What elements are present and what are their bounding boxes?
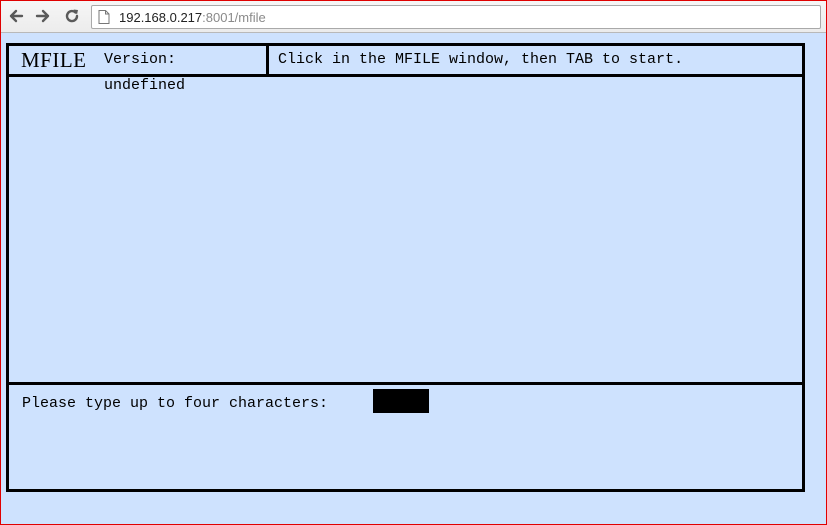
reload-icon xyxy=(65,9,79,23)
mfile-logo: MFILE xyxy=(21,48,87,72)
reload-button[interactable] xyxy=(61,5,83,27)
prompt-label: Please type up to four characters: xyxy=(22,395,329,412)
page-icon xyxy=(98,10,110,24)
page-content: MFILE Version: Click in the MFILE window… xyxy=(1,33,826,524)
back-button[interactable] xyxy=(5,5,27,27)
arrow-right-icon xyxy=(35,9,50,23)
arrow-left-icon xyxy=(9,9,24,23)
instruction-text: Click in the MFILE window, then TAB to s… xyxy=(278,51,684,68)
four-char-input[interactable] xyxy=(373,389,429,413)
address-bar[interactable]: 192.168.0.217:8001/mfile xyxy=(91,5,821,29)
forward-button[interactable] xyxy=(32,5,54,27)
version-label: Version: xyxy=(104,51,177,68)
mfile-window[interactable]: MFILE Version: Click in the MFILE window… xyxy=(6,43,805,492)
mfile-main-area[interactable] xyxy=(9,77,802,385)
browser-toolbar: 192.168.0.217:8001/mfile xyxy=(1,1,826,33)
url-path: :8001/mfile xyxy=(202,10,266,25)
mfile-header: MFILE Version: Click in the MFILE window… xyxy=(9,46,802,77)
version-value: undefined xyxy=(104,77,186,94)
url-text: 192.168.0.217:8001/mfile xyxy=(119,10,266,25)
mfile-header-left: MFILE Version: xyxy=(9,46,269,74)
url-host: 192.168.0.217 xyxy=(119,10,203,25)
